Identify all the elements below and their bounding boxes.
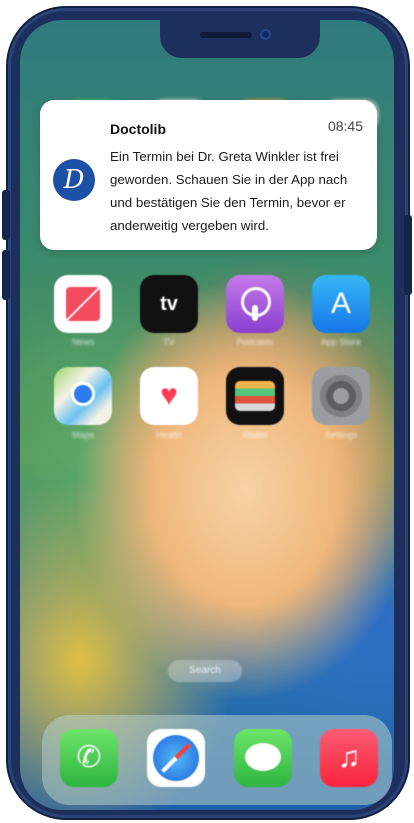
app-label-settings: Settings: [324, 430, 358, 440]
doctolib-notification[interactable]: D Doctolib 08:45 Ein Termin bei Dr. Gret…: [40, 100, 377, 250]
podcasts-icon[interactable]: [226, 275, 284, 333]
side-button-right: [404, 215, 412, 295]
app-label-maps: Maps: [71, 430, 94, 440]
front-camera: [260, 29, 271, 40]
spotlight-search-button[interactable]: Search: [168, 660, 242, 682]
notification-message: Ein Termin bei Dr. Greta Winkler ist fre…: [110, 149, 348, 233]
wallet-icon[interactable]: [226, 367, 284, 425]
settings-icon[interactable]: [312, 367, 370, 425]
safari-icon[interactable]: [147, 729, 205, 787]
messages-icon[interactable]: [234, 729, 292, 787]
app-label-app-store: App Store: [320, 337, 362, 347]
app-label-wallet: Wallet: [242, 430, 268, 440]
side-button-left: [2, 190, 10, 240]
app-label-health: Health: [155, 430, 182, 440]
news-icon[interactable]: [54, 275, 112, 333]
app-label-news: News: [71, 337, 95, 347]
app-store-icon[interactable]: A: [312, 275, 370, 333]
app-label-podcasts: Podcasts: [236, 337, 274, 347]
notification-app-name: Doctolib: [110, 121, 166, 137]
apple-tv-icon[interactable]: tv: [140, 275, 198, 333]
music-icon[interactable]: ♫: [320, 729, 378, 787]
notification-time: 08:45: [327, 118, 363, 134]
speaker: [200, 32, 252, 38]
doctolib-logo-icon: D: [53, 159, 95, 201]
notch: [160, 20, 320, 58]
health-icon[interactable]: ♥: [140, 367, 198, 425]
app-label-tv: TV: [163, 337, 175, 347]
maps-icon[interactable]: [54, 367, 112, 425]
side-button-left-lower: [2, 250, 10, 300]
phone-icon[interactable]: ✆: [60, 729, 118, 787]
